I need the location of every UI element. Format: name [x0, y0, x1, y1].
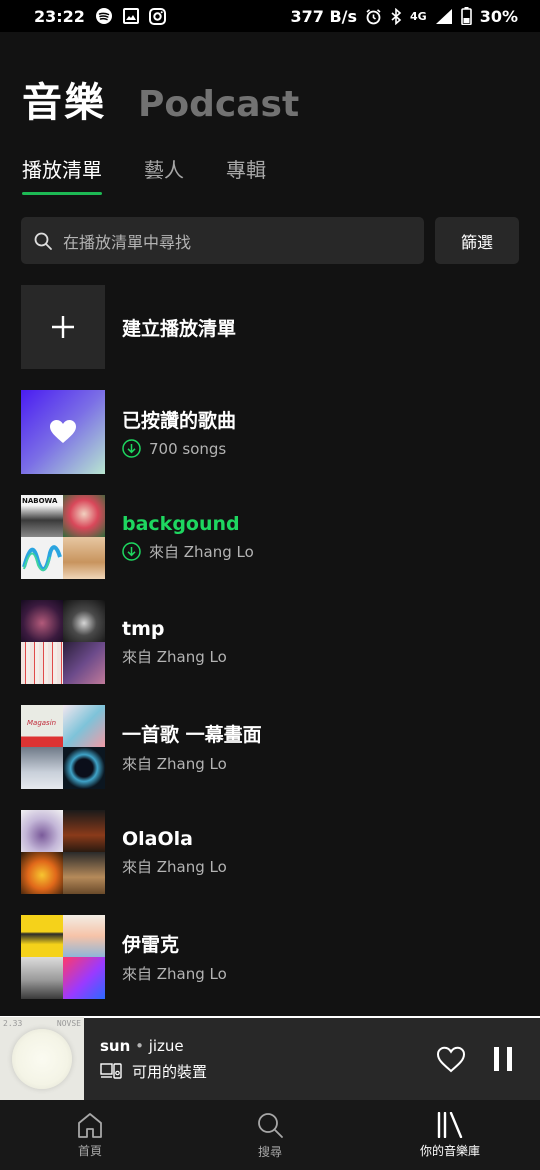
- filter-tabs: 播放清單 藝人 專輯: [22, 154, 266, 195]
- podcast-title[interactable]: Podcast: [138, 84, 299, 125]
- cover-text: NABOWA: [22, 497, 58, 505]
- playlist-name: OlaOla: [122, 827, 193, 850]
- downloaded-icon: [122, 541, 141, 561]
- now-playing-cover: 2.33 NOVSE: [0, 1017, 84, 1101]
- search-icon: [33, 231, 53, 251]
- list-item-create-playlist[interactable]: 建立播放清單: [21, 285, 519, 369]
- home-icon: [76, 1112, 104, 1138]
- playlist-name: 已按讚的歌曲: [122, 410, 237, 432]
- devices-icon: [100, 1063, 122, 1079]
- list-item-olaola[interactable]: OlaOla 來自 Zhang Lo: [21, 810, 519, 894]
- playlist-cover: Magasin: [21, 705, 105, 789]
- network-type: 4G: [410, 9, 427, 23]
- playlist-name: 建立播放清單: [122, 317, 237, 340]
- playlist-subtitle: 700 songs: [149, 439, 227, 458]
- playlist-cover: [21, 915, 105, 999]
- playlist-subtitle: 來自 Zhang Lo: [122, 647, 227, 666]
- plus-icon: [21, 285, 105, 369]
- playlist-name: tmp: [122, 617, 165, 640]
- song-artist: jizue: [148, 1036, 184, 1055]
- downloaded-icon: [122, 439, 141, 458]
- search-placeholder: 在播放清單中尋找: [63, 232, 192, 252]
- nav-search[interactable]: 搜尋: [200, 1111, 340, 1160]
- tab-albums[interactable]: 專輯: [226, 154, 266, 195]
- nav-home[interactable]: 首頁: [20, 1112, 160, 1159]
- playlist-subtitle: 來自 Zhang Lo: [122, 857, 227, 876]
- nav-library[interactable]: 你的音樂庫: [380, 1111, 520, 1159]
- nav-home-label: 首頁: [77, 1143, 102, 1158]
- cover-text: Magasin: [27, 719, 57, 727]
- nav-library-label: 你的音樂庫: [419, 1143, 480, 1158]
- now-playing-line: sun • jizue: [100, 1037, 436, 1055]
- music-title[interactable]: 音樂: [22, 70, 106, 128]
- playlist-cover: [21, 810, 105, 894]
- playlist-name: backgound: [122, 512, 240, 535]
- playlist-subtitle: 來自 Zhang Lo: [122, 965, 227, 983]
- playlist-name: 一首歌 一幕畫面: [122, 724, 262, 746]
- library-header: 音樂 Podcast: [22, 70, 299, 128]
- status-bar: 23:22 377 B/s 4G 30%: [0, 0, 540, 32]
- list-item-one-song-one-scene[interactable]: Magasin 一首歌 一幕畫面 來自 Zhang Lo: [21, 705, 519, 789]
- song-separator: •: [130, 1036, 149, 1055]
- playlist-name: 伊雷克: [122, 934, 180, 956]
- status-time: 23:22: [34, 6, 85, 26]
- cover-text: NOVSE: [56, 1019, 81, 1028]
- tab-playlists[interactable]: 播放清單: [22, 154, 102, 195]
- list-item-yi-lei-ke[interactable]: 伊雷克 來自 Zhang Lo: [21, 915, 519, 999]
- nav-search-label: 搜尋: [257, 1144, 282, 1159]
- song-title: sun: [100, 1036, 131, 1055]
- device-picker[interactable]: 可用的裝置: [100, 1061, 436, 1082]
- bluetooth-icon: [390, 7, 402, 25]
- heart-icon: [21, 390, 105, 474]
- instagram-icon: [148, 7, 166, 25]
- net-speed: 377 B/s: [290, 6, 358, 26]
- mini-player[interactable]: 2.33 NOVSE sun • jizue 可用的裝置: [0, 1016, 540, 1101]
- playlist-subtitle: 來自 Zhang Lo: [122, 755, 227, 773]
- playlist-search-input[interactable]: 在播放清單中尋找: [21, 217, 424, 264]
- signal-icon: [435, 8, 453, 25]
- playlist-subtitle: 來自 Zhang Lo: [149, 542, 254, 561]
- list-item-backgound[interactable]: NABOWA backgound 來自 Zhang Lo: [21, 495, 519, 579]
- list-item-liked-songs[interactable]: 已按讚的歌曲 700 songs: [21, 390, 519, 474]
- playlist-cover: NABOWA: [21, 495, 105, 579]
- like-heart-icon[interactable]: [436, 1046, 466, 1073]
- playlist-cover: [21, 600, 105, 684]
- bottom-navigation: 首頁 搜尋 你的音樂庫: [0, 1100, 540, 1170]
- tab-artists[interactable]: 藝人: [144, 154, 184, 195]
- device-label: 可用的裝置: [132, 1062, 208, 1081]
- list-item-tmp[interactable]: tmp 來自 Zhang Lo: [21, 600, 519, 684]
- pause-icon[interactable]: [492, 1046, 514, 1072]
- battery-percent: 30%: [479, 6, 518, 26]
- library-icon: [436, 1111, 464, 1138]
- image-icon: [122, 8, 139, 24]
- filter-button[interactable]: 篩選: [435, 217, 519, 264]
- alarm-icon: [365, 8, 382, 25]
- search-icon: [256, 1111, 284, 1139]
- spotify-icon: [95, 7, 113, 25]
- battery-icon: [460, 7, 472, 25]
- cover-text: 2.33: [3, 1019, 23, 1028]
